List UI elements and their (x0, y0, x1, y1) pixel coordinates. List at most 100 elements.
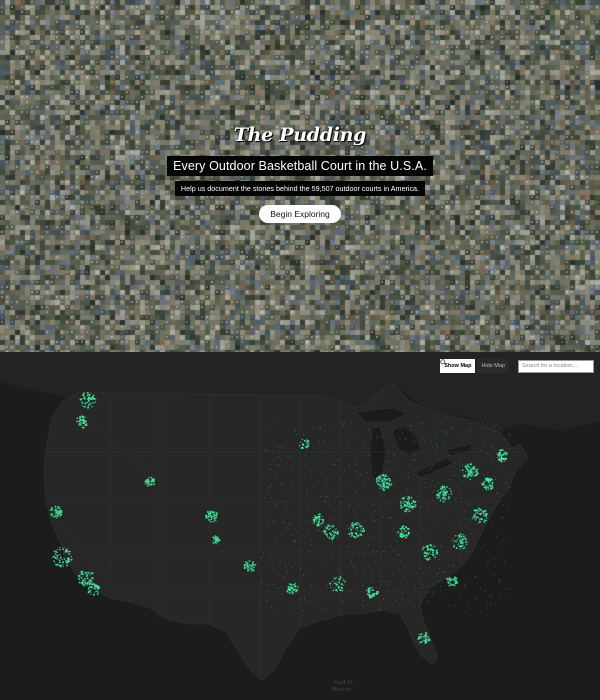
court-point (448, 585, 451, 587)
court-point (416, 496, 418, 497)
court-point (270, 606, 272, 608)
court-point (465, 476, 467, 478)
court-point (408, 472, 409, 474)
court-point (453, 466, 454, 468)
court-point (322, 530, 325, 532)
court-point (338, 568, 340, 570)
court-point (70, 558, 73, 561)
court-point (374, 425, 376, 426)
court-point (420, 636, 422, 639)
court-point (345, 486, 347, 488)
court-point (404, 504, 406, 506)
court-point (437, 492, 439, 494)
court-point (290, 584, 292, 586)
court-point (438, 568, 440, 570)
court-point (313, 515, 316, 517)
court-point (504, 451, 506, 454)
begin-exploring-button[interactable]: Begin Exploring (259, 205, 341, 223)
court-point (321, 525, 323, 527)
court-point (322, 452, 324, 454)
court-point (466, 471, 468, 473)
court-point (498, 460, 500, 462)
court-point (403, 603, 405, 605)
court-point (295, 539, 297, 541)
hide-map-button[interactable]: Hide Map (477, 359, 509, 373)
court-point (408, 510, 411, 513)
court-point (282, 521, 284, 523)
court-point (273, 520, 275, 522)
court-point (424, 516, 426, 518)
court-point (91, 396, 93, 398)
court-point (417, 638, 419, 640)
court-point (498, 458, 501, 460)
court-point (363, 600, 364, 601)
court-point (457, 582, 459, 584)
court-point (490, 478, 493, 481)
court-point (492, 507, 494, 509)
court-point (63, 558, 66, 561)
pudding-logo[interactable]: The Pudding (234, 124, 367, 146)
court-point (455, 540, 458, 543)
court-point (409, 497, 411, 499)
court-point (390, 483, 393, 485)
court-point (279, 450, 281, 451)
court-point (470, 519, 472, 521)
location-search[interactable] (440, 359, 594, 373)
court-point (51, 513, 53, 515)
court-point (62, 548, 64, 551)
court-point (445, 490, 448, 493)
court-point (81, 404, 84, 407)
court-point (448, 494, 450, 496)
court-point (492, 444, 494, 446)
court-point (483, 520, 485, 522)
court-point (216, 540, 218, 542)
court-point (287, 585, 290, 588)
court-point (264, 449, 266, 451)
court-point (286, 589, 289, 592)
court-point (464, 510, 466, 512)
court-point (298, 444, 301, 447)
court-point (475, 519, 477, 521)
court-point (58, 561, 61, 564)
court-point (337, 535, 339, 537)
court-point (402, 505, 404, 508)
court-point (276, 546, 278, 548)
court-point (499, 452, 502, 454)
court-point (331, 541, 333, 543)
court-point (305, 445, 308, 447)
court-point (267, 521, 269, 523)
court-point (295, 434, 297, 435)
court-point (425, 640, 428, 644)
court-point (387, 581, 389, 583)
court-point (307, 493, 309, 495)
search-input[interactable] (522, 363, 584, 369)
court-point (312, 427, 314, 429)
court-point (260, 584, 262, 586)
court-point (402, 502, 404, 504)
court-point (304, 596, 305, 598)
court-point (56, 548, 58, 550)
court-point (54, 505, 57, 508)
court-point (425, 478, 427, 480)
court-point (397, 531, 399, 533)
court-point (205, 515, 208, 518)
court-point (493, 574, 495, 576)
court-point (299, 475, 301, 477)
court-point (453, 546, 455, 548)
court-point (414, 584, 416, 586)
court-point (509, 471, 511, 473)
court-point (414, 501, 417, 503)
court-map[interactable]: Gulf of Mexico Show Map Hide Map (0, 352, 600, 700)
court-point (334, 498, 336, 500)
court-point (449, 582, 452, 585)
court-point (475, 577, 477, 578)
court-point (66, 564, 69, 567)
court-point (429, 486, 431, 487)
court-point (331, 555, 333, 557)
court-point (84, 580, 86, 583)
court-point (405, 501, 408, 504)
court-point (88, 586, 91, 588)
court-point (438, 458, 440, 460)
court-point (289, 586, 291, 588)
court-point (372, 466, 373, 468)
